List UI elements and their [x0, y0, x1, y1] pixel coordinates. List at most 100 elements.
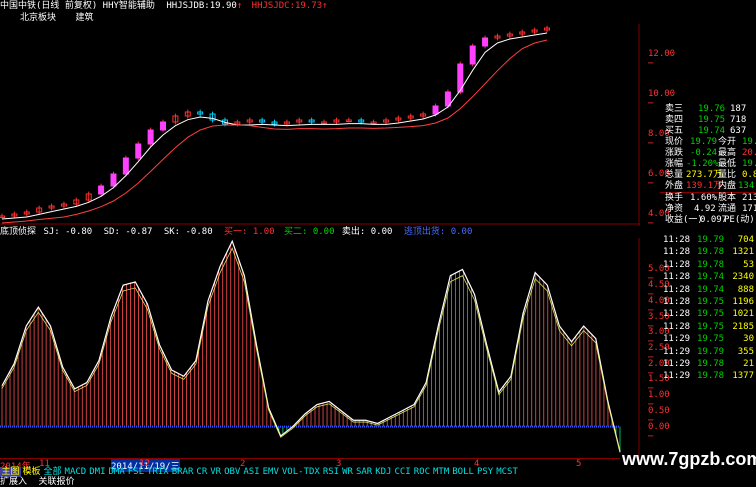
candle	[122, 157, 129, 175]
quote-row-sell3: 卖三 19.76 187	[660, 104, 756, 115]
quote-value: 19.79	[690, 137, 718, 147]
trade-price: 19.74	[697, 284, 725, 295]
indicator-extra: 逃顶出货: 0.00	[403, 227, 473, 237]
indicator-tab[interactable]: TRIX	[146, 467, 171, 477]
candle	[432, 105, 439, 115]
quote-row-turnover: 换手 1.60% 股本 213	[660, 192, 756, 204]
trade-time: 11:29	[663, 346, 691, 357]
indicator-tab[interactable]: KDJ	[374, 467, 393, 477]
trade-row: 11:29 19.78 1377	[663, 370, 756, 382]
candle	[160, 121, 167, 131]
trade-row: 11:29 19.78 21	[663, 358, 756, 370]
quote-row-buy5: 买五 19.74 637	[660, 126, 756, 137]
indicator-buy2: 买二: 0.00	[283, 227, 335, 237]
trade-price: 19.79	[697, 235, 725, 245]
trade-time: 11:28	[663, 284, 691, 295]
indicator-tab[interactable]: ROC	[412, 467, 431, 477]
indicator-tab[interactable]: BRAR	[170, 467, 195, 477]
quote-volume: 187	[730, 104, 747, 114]
indicator-tab[interactable]: PSY	[475, 467, 494, 477]
trade-time: 11:28	[663, 296, 691, 307]
indicator-tab[interactable]: FSL	[126, 467, 145, 477]
sector-bar: 北京板块 建筑	[20, 12, 93, 24]
indicator-header: 底顶侦探 SJ: -0.80 SD: -0.87 SK: -0.80 买一: 1…	[0, 226, 640, 238]
indicator-tab[interactable]: MTM	[432, 467, 451, 477]
related-quotes-button[interactable]: 关联报价	[38, 477, 74, 487]
quote-label: 总量	[665, 170, 684, 180]
trade-price: 19.75	[697, 296, 725, 307]
indicator-tab[interactable]: MACD	[63, 467, 88, 477]
indicator-name: 底顶侦探	[0, 227, 37, 237]
indicator-tab[interactable]: VOL-TDX	[280, 467, 321, 477]
indicator1-arrow-icon: ↑	[236, 1, 243, 11]
indicator-tab[interactable]: 主图	[0, 467, 22, 477]
indicator-tabs: 主图 模板 全部 MACD DMI DMA FSL TRIX BRAR CR VR OBV ASI EMV…	[0, 467, 640, 477]
trade-price: 19.78	[697, 358, 725, 369]
indicator-tab[interactable]: EMV	[261, 467, 280, 477]
indicator-tab[interactable]: BOLL	[451, 467, 476, 477]
trade-row: 11:28 19.75 2185	[663, 321, 756, 333]
price-chart[interactable]	[0, 24, 640, 226]
quote-label: PE(动)	[724, 215, 755, 225]
indicator-tab[interactable]: CR	[195, 467, 209, 477]
watermark: www.7gpzb.com	[622, 449, 756, 469]
trade-row: 11:28 19.75 1196	[663, 296, 756, 308]
indicator-sd: SD: -0.87	[103, 227, 153, 237]
quote-label: 现价	[665, 137, 684, 147]
trade-volume: 2340	[732, 272, 754, 283]
trade-volume: 2185	[732, 321, 754, 332]
quote-row-outer: 外盘139.1万内盘134.6	[660, 181, 756, 192]
quote-row-current: 现价 19.79今开 19.9	[660, 137, 756, 148]
sector-tag-region[interactable]: 北京板块	[20, 13, 56, 23]
candle	[110, 173, 117, 187]
indicator-tab[interactable]: WR	[341, 467, 355, 477]
trade-volume: 704	[737, 235, 754, 245]
indicator-tab[interactable]: SAR	[354, 467, 373, 477]
indicator-sell: 卖出: 0.00	[341, 227, 393, 237]
trade-tick-list[interactable]: 11:28 19.79 704 11:28 19.78 1321 11:28 19.78 53 1…	[663, 234, 756, 383]
trade-time: 11:29	[663, 371, 691, 382]
trade-row: 11:28 19.74 2340	[663, 271, 756, 283]
quote-label: 收益(一)	[665, 215, 703, 225]
trade-time: 11:28	[663, 272, 691, 283]
quote-label: 最高	[718, 148, 737, 158]
trade-price: 19.75	[697, 309, 725, 320]
ma-line-red	[1, 39, 548, 224]
indicator-tab[interactable]: CCI	[393, 467, 412, 477]
price-axis-tick: 12.00 ─	[648, 49, 676, 69]
trade-row: 11:28 19.75 1021	[663, 308, 756, 320]
trade-row: 11:28 19.78 1321	[663, 246, 756, 258]
quote-label: 股本	[718, 193, 737, 203]
trade-time: 11:28	[663, 247, 691, 258]
indicator-tab[interactable]: MCST	[495, 467, 520, 477]
indicator-tab[interactable]: ASI	[242, 467, 261, 477]
indicator-tab[interactable]: OBV	[223, 467, 242, 477]
quote-value: 19.5	[742, 159, 756, 169]
quote-value: 20.1	[742, 148, 756, 158]
indicator-tab[interactable]: DMI	[88, 467, 107, 477]
indicator-tab[interactable]: DMA	[107, 467, 126, 477]
trade-time: 11:28	[663, 259, 691, 270]
indicator-tab[interactable]: VR	[209, 467, 223, 477]
quote-row-volume: 总量 273.7万 量比 0.8	[660, 170, 756, 181]
indicator-sk: SK: -0.80	[163, 227, 213, 237]
candle	[482, 37, 489, 47]
candle	[469, 45, 476, 65]
indicator-tab[interactable]: 全部	[42, 467, 63, 477]
quote-row-eps: 收益(一) 0.097 PE(动)	[660, 215, 756, 226]
indicator1-value: 19.90	[209, 1, 237, 11]
trade-row: 11:28 19.79 704	[663, 234, 756, 246]
indicator-tab[interactable]: 模板	[21, 467, 42, 477]
expand-button[interactable]: 扩展入	[0, 477, 27, 487]
candle	[98, 185, 105, 195]
indicator2-label: HHJSJDC:	[251, 1, 296, 11]
trade-volume: 30	[743, 334, 754, 345]
quote-label: 最低	[718, 159, 737, 169]
trade-row: 11:28 19.78 53	[663, 259, 756, 271]
indicator-tab[interactable]: RSI	[321, 467, 340, 477]
indicator-chart[interactable]	[0, 238, 640, 458]
sector-tag-industry[interactable]: 建筑	[75, 13, 93, 23]
trade-price: 19.75	[697, 334, 725, 345]
trade-volume: 1021	[732, 309, 754, 320]
price-candles	[0, 25, 550, 219]
